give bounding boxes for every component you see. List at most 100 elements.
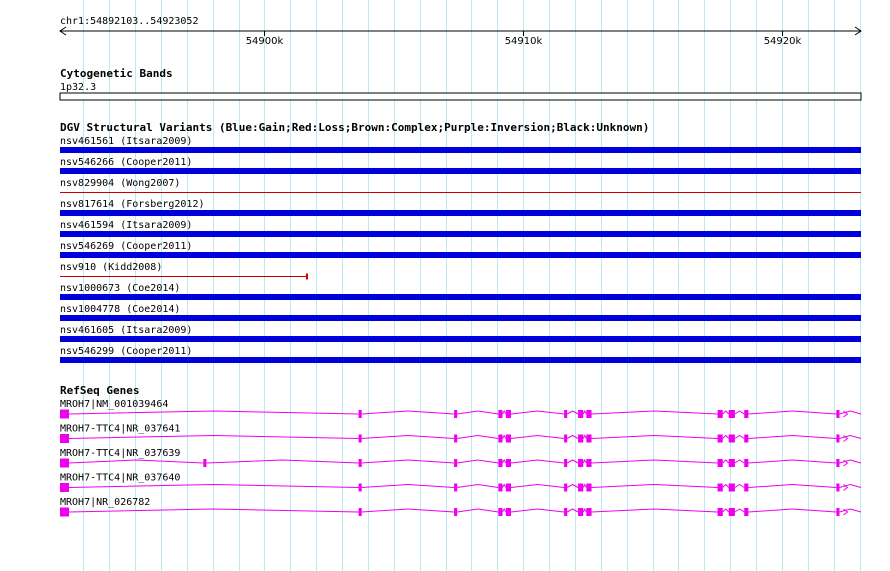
gene-exon[interactable] bbox=[586, 508, 592, 516]
gene-intron bbox=[582, 434, 587, 439]
genome-browser-view: chr1:54892103..54923052 54900k 54910k 5492… bbox=[0, 0, 890, 571]
gene-exon[interactable] bbox=[586, 410, 592, 418]
refseq-track[interactable]: RefSeq Genes MROH7|NM_001039464 MROH7-TTC… bbox=[60, 384, 862, 517]
gene-exon[interactable] bbox=[564, 483, 568, 492]
refseq-track-title: RefSeq Genes bbox=[60, 384, 139, 397]
gene-exon[interactable] bbox=[498, 410, 503, 418]
gene-exon[interactable] bbox=[728, 434, 735, 443]
gene-exon[interactable] bbox=[578, 410, 584, 418]
gene-exon[interactable] bbox=[728, 459, 735, 467]
gene-exon[interactable] bbox=[358, 483, 362, 492]
track-canvas: chr1:54892103..54923052 54900k 54910k 5492… bbox=[59, 0, 862, 571]
gene-exon[interactable] bbox=[358, 508, 362, 516]
gene-intron bbox=[502, 507, 507, 513]
variant-feature-gain[interactable] bbox=[60, 252, 861, 258]
cytoband-label: 1p32.3 bbox=[60, 82, 96, 93]
gene-exon[interactable] bbox=[744, 459, 749, 467]
gene-exon[interactable] bbox=[203, 459, 207, 467]
gene-exon[interactable] bbox=[564, 410, 568, 418]
variant-feature-gain[interactable] bbox=[60, 336, 861, 342]
gene-exon[interactable] bbox=[744, 483, 749, 492]
gene-exon[interactable] bbox=[836, 508, 840, 516]
gene-utr-block[interactable] bbox=[60, 483, 69, 492]
gene-exon[interactable] bbox=[505, 410, 512, 418]
gene-intron bbox=[734, 459, 745, 464]
gene-label: MROH7-TTC4|NR_037639 bbox=[60, 448, 180, 459]
gene-intron bbox=[722, 410, 730, 415]
gene-intron bbox=[734, 508, 745, 513]
gene-exon[interactable] bbox=[498, 483, 503, 492]
cytoband-track-title: Cytogenetic Bands bbox=[60, 67, 173, 80]
gene-exon[interactable] bbox=[586, 483, 592, 492]
variant-feature-gain[interactable] bbox=[60, 231, 861, 237]
gene-exon[interactable] bbox=[578, 483, 584, 492]
gene-intron bbox=[502, 434, 507, 439]
gene-intron bbox=[734, 434, 745, 439]
gene-exon[interactable] bbox=[728, 410, 735, 418]
gene-exon[interactable] bbox=[717, 434, 723, 443]
gene-exon[interactable] bbox=[717, 508, 723, 516]
gene-exon[interactable] bbox=[836, 434, 840, 443]
gene-exon[interactable] bbox=[836, 410, 840, 418]
gene-utr-block[interactable] bbox=[60, 409, 69, 419]
gene-exon[interactable] bbox=[717, 483, 723, 492]
gene-intron bbox=[457, 459, 499, 464]
gene-exon[interactable] bbox=[505, 508, 512, 516]
gene-exon[interactable] bbox=[564, 508, 568, 516]
gene-exon[interactable] bbox=[454, 434, 458, 443]
gene-exon[interactable] bbox=[498, 508, 503, 516]
gene-exon[interactable] bbox=[454, 508, 458, 516]
gene-exon[interactable] bbox=[454, 483, 458, 492]
gene-exon[interactable] bbox=[454, 410, 458, 418]
gene-utr-block[interactable] bbox=[60, 434, 69, 443]
gene-label: MROH7-TTC4|NR_037640 bbox=[60, 473, 180, 484]
gene-exon[interactable] bbox=[498, 434, 503, 443]
gene-utr-block[interactable] bbox=[60, 458, 69, 468]
gene-exon[interactable] bbox=[744, 434, 749, 443]
gene-intron bbox=[734, 410, 745, 415]
gene-exon[interactable] bbox=[358, 410, 362, 418]
gene-exon[interactable] bbox=[505, 483, 512, 492]
variant-feature-gain[interactable] bbox=[60, 210, 861, 216]
gene-intron bbox=[591, 410, 718, 415]
gene-exon[interactable] bbox=[717, 410, 723, 418]
variant-feature-gain[interactable] bbox=[60, 357, 861, 363]
gene-exon[interactable] bbox=[578, 434, 584, 443]
variant-feature-gain[interactable] bbox=[60, 294, 861, 300]
gene-exon[interactable] bbox=[586, 459, 592, 467]
gene-intron bbox=[457, 434, 499, 439]
gene-exon[interactable] bbox=[744, 410, 749, 418]
dgv-track[interactable]: DGV Structural Variants (Blue:Gain;Red:L… bbox=[60, 121, 861, 363]
variant-label: nsv461605 (Itsara2009) bbox=[60, 325, 192, 336]
gene-intron bbox=[457, 410, 499, 415]
gene-exon[interactable] bbox=[728, 508, 735, 516]
gene-exon[interactable] bbox=[744, 508, 749, 516]
gene-intron bbox=[748, 459, 837, 464]
gene-exon[interactable] bbox=[728, 483, 735, 492]
gene-exon[interactable] bbox=[836, 483, 840, 492]
gene-intron bbox=[361, 434, 455, 439]
gene-exon[interactable] bbox=[717, 459, 723, 467]
gene-exon[interactable] bbox=[564, 459, 568, 467]
cytoband-ideogram-band[interactable] bbox=[59, 92, 862, 101]
gene-exon[interactable] bbox=[836, 459, 840, 467]
variant-feature-gain[interactable] bbox=[60, 168, 861, 174]
gene-exon[interactable] bbox=[358, 459, 362, 467]
gene-exon[interactable] bbox=[578, 508, 584, 516]
gene-exon[interactable] bbox=[358, 434, 362, 443]
gene-exon[interactable] bbox=[505, 459, 512, 467]
gene-exon[interactable] bbox=[564, 434, 568, 443]
gene-exon[interactable] bbox=[586, 434, 592, 443]
gene-intron bbox=[748, 483, 837, 488]
gene-intron bbox=[566, 434, 579, 439]
gene-exon[interactable] bbox=[498, 459, 503, 467]
gene-exon[interactable] bbox=[578, 459, 584, 467]
dgv-track-title: DGV Structural Variants (Blue:Gain;Red:L… bbox=[60, 121, 649, 134]
variant-feature-gain[interactable] bbox=[60, 147, 861, 153]
variant-label: nsv1000673 (Coe2014) bbox=[60, 283, 180, 294]
gene-exon[interactable] bbox=[454, 459, 458, 467]
cytoband-track[interactable]: Cytogenetic Bands 1p32.3 bbox=[59, 67, 862, 101]
gene-exon[interactable] bbox=[505, 434, 512, 443]
variant-feature-gain[interactable] bbox=[60, 315, 861, 321]
gene-utr-block[interactable] bbox=[60, 507, 69, 517]
